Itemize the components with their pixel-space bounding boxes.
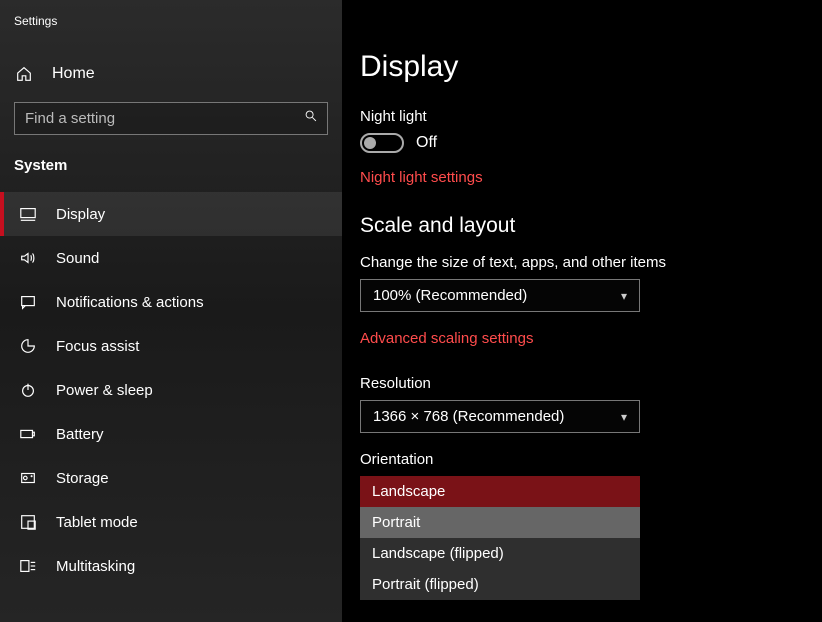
sidebar-item-label: Battery (56, 426, 104, 443)
night-light-toggle[interactable] (360, 133, 404, 153)
search-box[interactable] (14, 102, 328, 135)
sidebar-item-label: Multitasking (56, 558, 135, 575)
scale-value: 100% (Recommended) (373, 287, 527, 304)
resolution-label: Resolution (360, 375, 822, 392)
orientation-option-landscape[interactable]: Landscape (360, 476, 640, 507)
search-input[interactable] (15, 110, 295, 127)
sidebar-item-label: Notifications & actions (56, 294, 204, 311)
sidebar-item-notifications[interactable]: Notifications & actions (0, 280, 342, 324)
app-title: Settings (0, 0, 342, 28)
sidebar-item-sound[interactable]: Sound (0, 236, 342, 280)
sidebar: Settings Home System Display Sound Notif… (0, 0, 342, 622)
orientation-label: Orientation (360, 451, 822, 468)
sidebar-item-display[interactable]: Display (0, 192, 342, 236)
tablet-icon (18, 512, 38, 532)
sidebar-item-focus-assist[interactable]: Focus assist (0, 324, 342, 368)
home-label: Home (52, 65, 95, 83)
main-panel: Display Night light Off Night light sett… (342, 0, 822, 622)
resolution-select[interactable]: 1366 × 768 (Recommended) ▾ (360, 400, 640, 433)
search-icon (295, 109, 327, 128)
home-icon (14, 64, 34, 84)
night-light-state: Off (416, 134, 437, 152)
orientation-dropdown[interactable]: Landscape Portrait Landscape (flipped) P… (360, 476, 640, 600)
sidebar-item-label: Display (56, 206, 105, 223)
scale-size-label: Change the size of text, apps, and other… (360, 254, 822, 271)
sidebar-item-label: Focus assist (56, 338, 139, 355)
night-light-label: Night light (360, 108, 822, 125)
resolution-value: 1366 × 768 (Recommended) (373, 408, 564, 425)
sidebar-item-tablet-mode[interactable]: Tablet mode (0, 500, 342, 544)
orientation-option-landscape-flipped[interactable]: Landscape (flipped) (360, 538, 640, 569)
multitasking-icon (18, 556, 38, 576)
scale-select[interactable]: 100% (Recommended) ▾ (360, 279, 640, 312)
category-label: System (0, 157, 342, 192)
sidebar-item-power-sleep[interactable]: Power & sleep (0, 368, 342, 412)
focus-assist-icon (18, 336, 38, 356)
orientation-option-portrait-flipped[interactable]: Portrait (flipped) (360, 569, 640, 600)
sidebar-item-storage[interactable]: Storage (0, 456, 342, 500)
sidebar-item-label: Storage (56, 470, 109, 487)
display-icon (18, 204, 38, 224)
sidebar-item-multitasking[interactable]: Multitasking (0, 544, 342, 588)
sound-icon (18, 248, 38, 268)
chevron-down-icon: ▾ (621, 289, 627, 303)
notifications-icon (18, 292, 38, 312)
page-title: Display (360, 50, 822, 84)
night-light-settings-link[interactable]: Night light settings (360, 169, 483, 186)
sidebar-item-label: Tablet mode (56, 514, 138, 531)
chevron-down-icon: ▾ (621, 410, 627, 424)
home-button[interactable]: Home (0, 54, 342, 94)
sidebar-item-label: Power & sleep (56, 382, 153, 399)
advanced-scaling-link[interactable]: Advanced scaling settings (360, 330, 533, 347)
sidebar-item-label: Sound (56, 250, 99, 267)
power-icon (18, 380, 38, 400)
battery-icon (18, 424, 38, 444)
scale-heading: Scale and layout (360, 214, 822, 238)
storage-icon (18, 468, 38, 488)
sidebar-item-battery[interactable]: Battery (0, 412, 342, 456)
orientation-option-portrait[interactable]: Portrait (360, 507, 640, 538)
